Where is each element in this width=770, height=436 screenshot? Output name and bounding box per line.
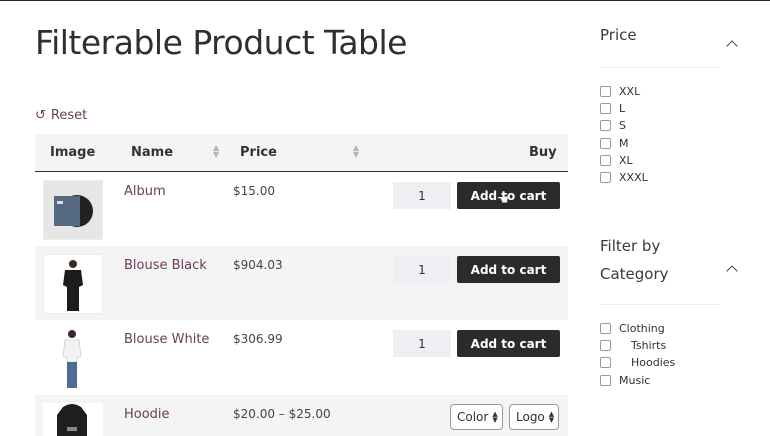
reset-icon: ↺ [35, 108, 46, 123]
category-option-tshirts[interactable]: Tshirts [600, 339, 666, 352]
product-name-link[interactable]: Blouse Black [124, 258, 207, 273]
category-filter-title-line1: Filter by [600, 237, 661, 255]
product-image-blouse-black[interactable] [43, 254, 103, 314]
table-row: Blouse Black $904.03 Add to cart [35, 246, 568, 320]
size-option-l[interactable]: L [600, 102, 625, 115]
column-header-buy: Buy [529, 145, 557, 160]
checkbox[interactable] [600, 172, 611, 183]
product-price: $20.00 – $25.00 [233, 407, 331, 421]
chevron-up-icon[interactable] [726, 265, 738, 277]
size-label: XXL [619, 85, 641, 98]
category-label: Music [619, 374, 651, 387]
product-image-hoodie[interactable] [43, 403, 103, 436]
product-name-link[interactable]: Hoodie [124, 407, 170, 422]
checkbox[interactable] [600, 323, 611, 334]
quantity-input[interactable] [393, 256, 451, 283]
category-option-hoodies[interactable]: Hoodies [600, 356, 675, 369]
price-filter-title: Price [600, 26, 637, 44]
size-label: XXXL [619, 171, 648, 184]
category-label: Tshirts [631, 339, 667, 352]
checkbox[interactable] [600, 375, 611, 386]
select-arrows-icon: ▲ ▼ [548, 410, 555, 424]
category-option-music[interactable]: Music [600, 374, 650, 387]
checkbox[interactable] [600, 138, 611, 149]
table-row: Blouse White $306.99 Add to cart [35, 320, 568, 395]
checkbox[interactable] [600, 357, 611, 368]
add-to-cart-button[interactable]: Add to cart [457, 330, 560, 357]
sort-icon[interactable]: ▲ ▼ [213, 144, 219, 159]
product-table: Image Name ▲ ▼ Price ▲ ▼ Buy Album $15.00 … [35, 134, 568, 436]
category-filter-title-line2: Category [600, 265, 669, 283]
add-to-cart-button[interactable]: Add to cart [457, 256, 560, 283]
checkbox[interactable] [600, 103, 611, 114]
product-image-album[interactable] [43, 180, 103, 240]
size-label: S [619, 119, 626, 132]
page-title: Filterable Product Table [35, 23, 407, 62]
quantity-input[interactable] [393, 182, 451, 209]
checkbox[interactable] [600, 340, 611, 351]
product-image-blouse-white[interactable] [43, 328, 103, 388]
product-price: $15.00 [233, 184, 275, 198]
size-option-xxl[interactable]: XXL [600, 85, 640, 98]
size-option-xl[interactable]: XL [600, 154, 633, 167]
table-row: Hoodie $20.00 – $25.00 Color ▲ ▼ Logo ▲ ▼ [35, 395, 568, 436]
category-label: Clothing [619, 322, 665, 335]
divider [600, 304, 720, 305]
select-arrows-icon: ▲ ▼ [492, 410, 498, 424]
table-header: Image Name ▲ ▼ Price ▲ ▼ Buy [35, 134, 568, 172]
divider [600, 67, 720, 68]
logo-select[interactable]: Logo ▲ ▼ [509, 404, 559, 430]
cursor-hand-icon: ☚ [497, 193, 509, 208]
checkbox[interactable] [600, 155, 611, 166]
sort-icon[interactable]: ▲ ▼ [353, 144, 359, 159]
reset-link[interactable]: ↺ Reset [35, 108, 87, 123]
color-select-label: Color [457, 410, 489, 424]
column-header-image: Image [50, 145, 96, 160]
size-option-xxxl[interactable]: XXXL [600, 171, 648, 184]
product-price: $306.99 [233, 332, 283, 346]
logo-select-label: Logo [516, 410, 545, 424]
size-label: XL [619, 154, 633, 167]
category-label: Hoodies [631, 356, 676, 369]
column-header-name[interactable]: Name [131, 145, 173, 160]
category-option-clothing[interactable]: Clothing [600, 322, 665, 335]
product-name-link[interactable]: Album [124, 184, 166, 199]
column-header-price[interactable]: Price [240, 145, 277, 160]
table-row: Album $15.00 Add to cart ☚ [35, 172, 568, 246]
checkbox[interactable] [600, 86, 611, 97]
size-label: L [619, 102, 626, 115]
size-option-m[interactable]: M [600, 137, 629, 150]
chevron-up-icon[interactable] [726, 40, 738, 52]
product-price: $904.03 [233, 258, 283, 272]
reset-label: Reset [50, 108, 88, 123]
product-name-link[interactable]: Blouse White [124, 332, 209, 347]
size-option-s[interactable]: S [600, 119, 626, 132]
quantity-input[interactable] [393, 330, 451, 357]
size-label: M [619, 137, 629, 150]
checkbox[interactable] [600, 120, 611, 131]
color-select[interactable]: Color ▲ ▼ [450, 404, 503, 430]
